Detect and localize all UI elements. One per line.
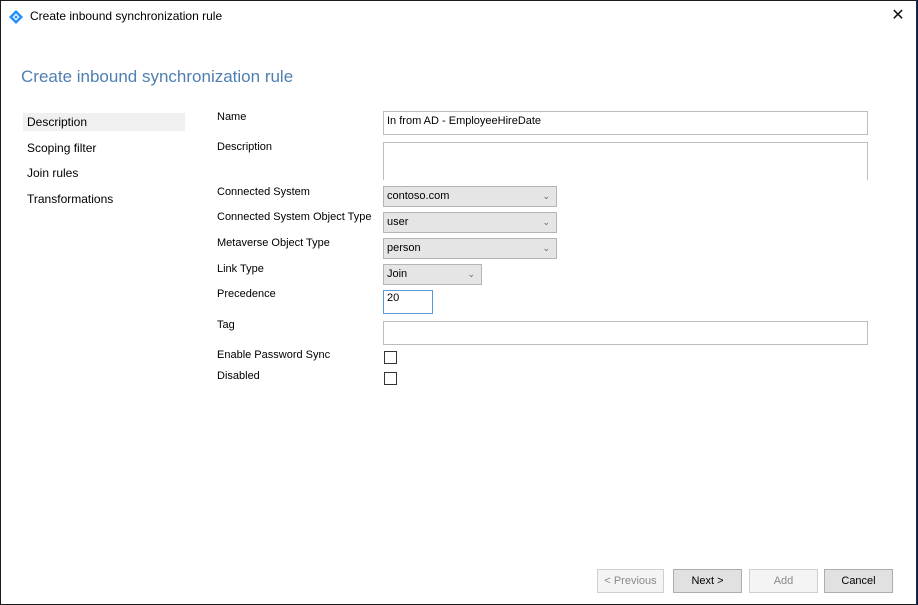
- enable-password-sync-label: Enable Password Sync: [217, 349, 331, 361]
- metaverse-object-type-label: Metaverse Object Type: [217, 237, 330, 249]
- link-type-label: Link Type: [217, 263, 264, 275]
- connected-system-object-type-value: user: [387, 216, 409, 228]
- nav-item-description[interactable]: Description: [23, 113, 185, 131]
- link-type-select[interactable]: Join ⌄: [383, 264, 482, 285]
- connected-system-object-type-label: Connected System Object Type: [217, 211, 372, 223]
- chevron-down-icon: ⌄: [542, 191, 550, 201]
- previous-button[interactable]: < Previous: [597, 569, 664, 593]
- disabled-checkbox[interactable]: [384, 372, 397, 385]
- close-icon: ✕: [891, 7, 905, 24]
- window-title: Create inbound synchronization rule: [30, 9, 223, 23]
- wizard-nav: Description Scoping filter Join rules Tr…: [23, 113, 185, 215]
- chevron-down-icon: ⌄: [542, 217, 550, 227]
- disabled-label: Disabled: [217, 370, 260, 382]
- connected-system-label: Connected System: [217, 186, 310, 198]
- name-value: In from AD - EmployeeHireDate: [387, 115, 542, 127]
- precedence-value: 20: [387, 292, 400, 304]
- link-type-value: Join: [387, 268, 408, 280]
- precedence-label: Precedence: [217, 288, 276, 300]
- dialog-window: Create inbound synchronization rule ✕ Cr…: [0, 0, 917, 605]
- tag-input[interactable]: [383, 321, 868, 345]
- chevron-down-icon: ⌄: [467, 269, 475, 279]
- description-input[interactable]: [383, 142, 868, 180]
- nav-item-join-rules[interactable]: Join rules: [23, 164, 185, 182]
- metaverse-object-type-select[interactable]: person ⌄: [383, 238, 557, 259]
- tag-label: Tag: [217, 319, 235, 331]
- connected-system-object-type-select[interactable]: user ⌄: [383, 212, 557, 233]
- connected-system-value: contoso.com: [387, 190, 450, 202]
- app-diamond-icon: [9, 10, 23, 24]
- next-button[interactable]: Next >: [673, 569, 742, 593]
- page-title: Create inbound synchronization rule: [21, 67, 294, 86]
- title-bar: Create inbound synchronization rule ✕: [1, 1, 915, 31]
- add-button[interactable]: Add: [749, 569, 818, 593]
- metaverse-object-type-value: person: [387, 242, 421, 254]
- enable-password-sync-checkbox[interactable]: [384, 351, 397, 364]
- nav-item-transformations[interactable]: Transformations: [23, 190, 185, 208]
- chevron-down-icon: ⌄: [542, 243, 550, 253]
- nav-item-scoping-filter[interactable]: Scoping filter: [23, 139, 185, 157]
- name-label: Name: [217, 111, 247, 123]
- close-button[interactable]: ✕: [887, 5, 909, 27]
- connected-system-select[interactable]: contoso.com ⌄: [383, 186, 557, 207]
- name-input[interactable]: In from AD - EmployeeHireDate: [383, 111, 868, 135]
- precedence-input[interactable]: 20: [383, 290, 433, 314]
- cancel-button[interactable]: Cancel: [824, 569, 893, 593]
- description-label: Description: [217, 141, 273, 153]
